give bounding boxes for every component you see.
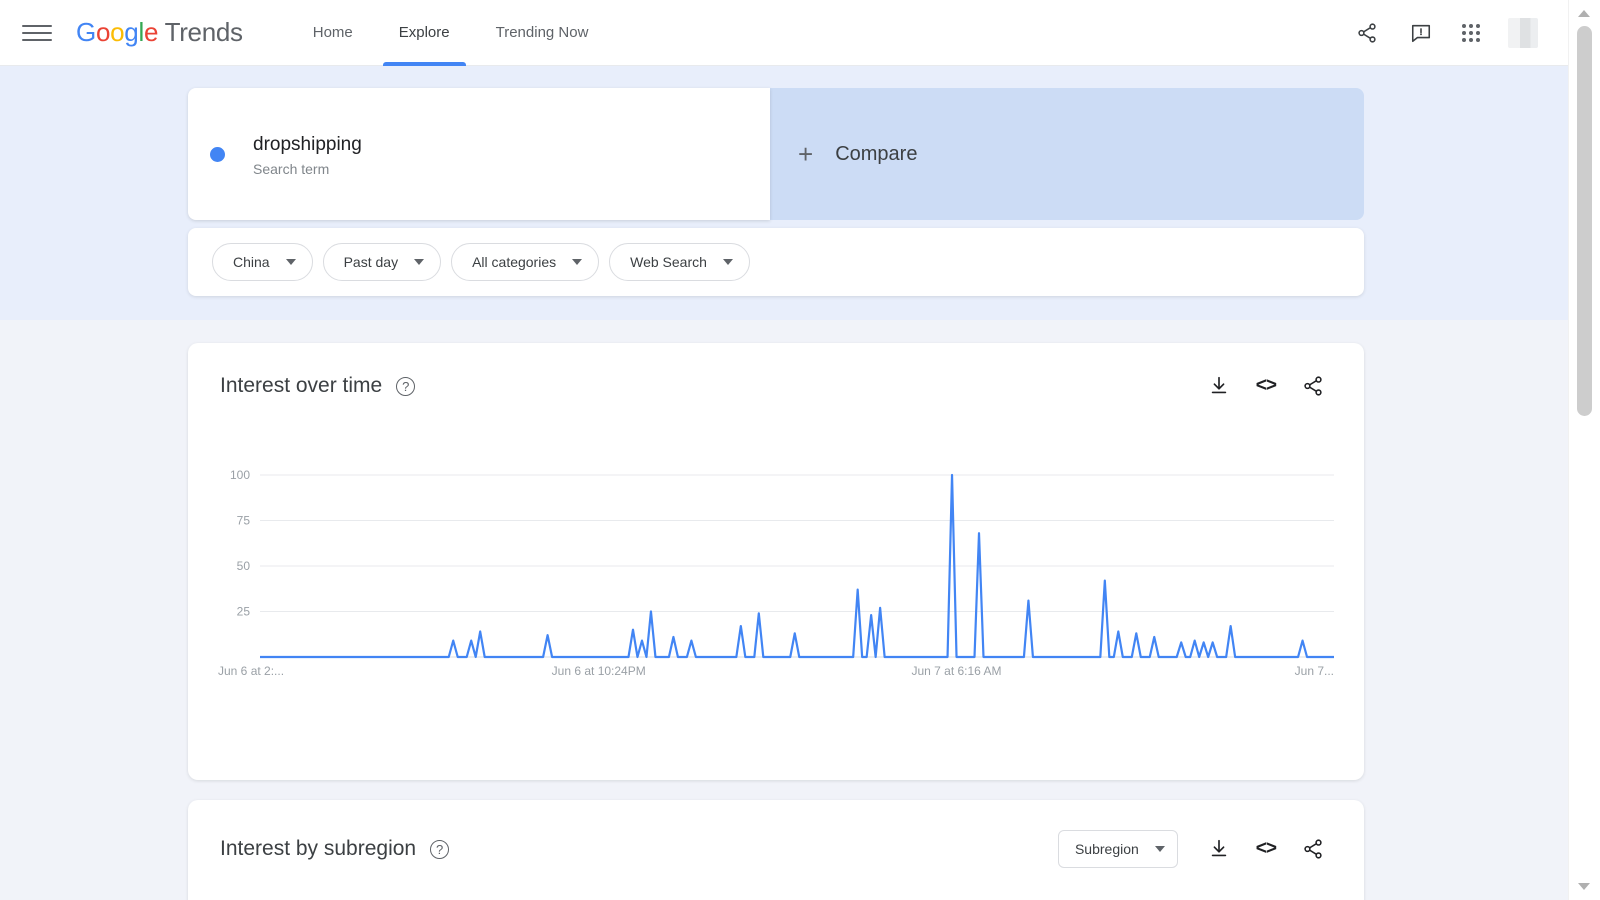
svg-text:25: 25 (237, 605, 251, 619)
feedback-icon[interactable] (1408, 20, 1434, 46)
series-color-dot (210, 147, 225, 162)
brand-product-name: Trends (165, 17, 243, 47)
svg-text:50: 50 (237, 559, 251, 573)
compare-button[interactable]: + Compare (770, 88, 1364, 220)
chevron-down-icon (414, 259, 424, 265)
svg-text:75: 75 (237, 514, 251, 528)
filter-location[interactable]: China (212, 243, 313, 281)
download-icon[interactable] (1206, 373, 1232, 399)
nav-item-explore[interactable]: Explore (383, 0, 466, 66)
interest-over-time-actions: <> (1206, 373, 1326, 399)
google-trends-logo[interactable]: Google Trends (76, 17, 243, 48)
chevron-down-icon (1155, 846, 1165, 852)
interest-over-time-header: Interest over time ? <> (188, 343, 1364, 399)
subregion-select-label: Subregion (1075, 841, 1139, 857)
filter-bar: China Past day All categories Web Search (188, 228, 1364, 296)
share-icon[interactable] (1300, 373, 1326, 399)
filter-search-type-label: Web Search (630, 254, 707, 270)
filter-category[interactable]: All categories (451, 243, 599, 281)
chart-y-axis-labels: 100 75 50 25 (230, 468, 250, 619)
scroll-down-arrow[interactable] (1578, 883, 1590, 890)
nav-actions (1354, 18, 1568, 48)
search-term-label: dropshipping (253, 132, 362, 158)
query-cards: dropshipping Search term + Compare (188, 88, 1364, 220)
chevron-down-icon (723, 259, 733, 265)
nav-links: Home Explore Trending Now (297, 0, 605, 66)
search-term-type: Search term (253, 161, 362, 177)
svg-text:100: 100 (230, 468, 250, 482)
apps-grid-icon[interactable] (1462, 24, 1480, 42)
svg-text:Jun 7...: Jun 7... (1295, 664, 1334, 678)
subregion-title: Interest by subregion (220, 837, 416, 861)
filter-time-range[interactable]: Past day (323, 243, 441, 281)
top-navigation-bar: Google Trends Home Explore Trending Now (0, 0, 1568, 66)
interest-by-subregion-header: Interest by subregion ? Subregion <> (188, 800, 1364, 868)
google-trends-page: Google Trends Home Explore Trending Now (0, 0, 1600, 900)
embed-icon[interactable]: <> (1256, 375, 1276, 397)
avatar[interactable] (1508, 18, 1538, 48)
search-term-card[interactable]: dropshipping Search term (188, 88, 770, 220)
svg-text:Jun 7 at 6:16 AM: Jun 7 at 6:16 AM (911, 664, 1001, 678)
share-icon[interactable] (1300, 836, 1326, 862)
svg-text:Jun 6 at 10:24PM: Jun 6 at 10:24PM (552, 664, 646, 678)
chart-gridlines (260, 475, 1334, 612)
page-title: Interest over time (220, 374, 382, 398)
scroll-thumb[interactable] (1577, 26, 1592, 416)
chevron-down-icon (286, 259, 296, 265)
subregion-select[interactable]: Subregion (1058, 830, 1178, 868)
trends-line-chart[interactable]: 100 75 50 25 Jun 6 at 2:... Jun 6 at 10:24PM… (218, 459, 1334, 699)
filter-time-range-label: Past day (344, 254, 398, 270)
chart-x-axis-labels: Jun 6 at 2:... Jun 6 at 10:24PM Jun 7 at 6… (218, 664, 1334, 678)
svg-text:Jun 6 at 2:...: Jun 6 at 2:... (218, 664, 284, 678)
scroll-up-arrow[interactable] (1578, 10, 1590, 17)
filter-category-label: All categories (472, 254, 556, 270)
share-icon[interactable] (1354, 20, 1380, 46)
filter-search-type[interactable]: Web Search (609, 243, 750, 281)
interest-by-subregion-actions: Subregion <> (1058, 830, 1326, 868)
embed-icon[interactable]: <> (1256, 838, 1276, 860)
filter-location-label: China (233, 254, 270, 270)
plus-icon: + (798, 141, 813, 167)
compare-label: Compare (835, 143, 917, 166)
nav-item-home[interactable]: Home (297, 0, 369, 66)
nav-item-trending-now[interactable]: Trending Now (480, 0, 605, 66)
download-icon[interactable] (1206, 836, 1232, 862)
help-icon[interactable]: ? (396, 377, 415, 396)
interest-over-time-card: Interest over time ? <> (188, 343, 1364, 780)
page-scrollbar[interactable] (1568, 0, 1600, 900)
interest-by-subregion-card: Interest by subregion ? Subregion <> (188, 800, 1364, 900)
hamburger-menu-icon[interactable] (22, 18, 52, 48)
chevron-down-icon (572, 259, 582, 265)
help-icon[interactable]: ? (430, 840, 449, 859)
interest-over-time-chart[interactable]: 100 75 50 25 Jun 6 at 2:... Jun 6 at 10:24PM… (218, 459, 1334, 699)
search-term-text: dropshipping Search term (253, 132, 362, 177)
